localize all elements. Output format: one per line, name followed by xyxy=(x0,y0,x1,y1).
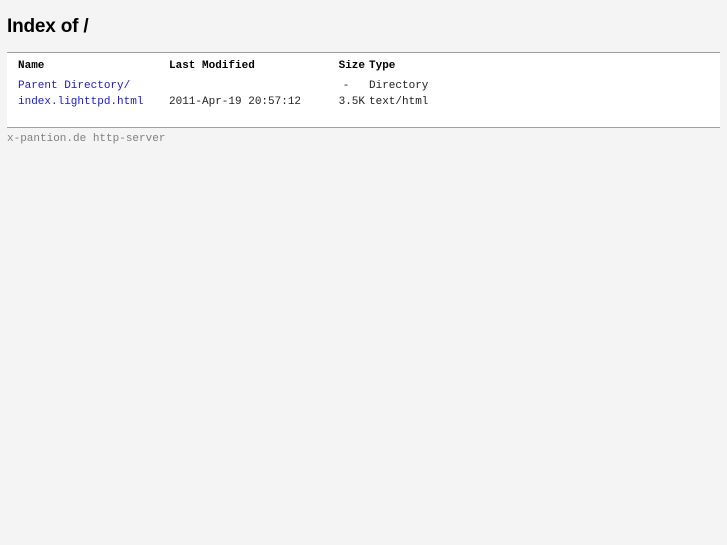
directory-listing: Name Last Modified Size Type Parent Dire… xyxy=(7,52,720,128)
server-footer: x-pantion.de http-server xyxy=(7,133,166,145)
listing-table: Name Last Modified Size Type Parent Dire… xyxy=(16,61,451,110)
column-header-size[interactable]: Size xyxy=(325,61,367,78)
row-size: - xyxy=(342,80,350,92)
parent-directory-link[interactable]: Parent Directory/ xyxy=(18,80,130,92)
row-last-modified: 2011-Apr-19 20:57:12 xyxy=(169,96,302,108)
row-name-cell: Parent Directory/ xyxy=(16,78,167,94)
row-size: 3.5K xyxy=(338,96,365,108)
column-header-last-modified[interactable]: Last Modified xyxy=(167,61,325,78)
column-header-name[interactable]: Name xyxy=(16,61,167,78)
table-header-row: Name Last Modified Size Type xyxy=(16,61,451,78)
row-last-modified xyxy=(167,78,325,94)
page-title: Index of / xyxy=(7,16,89,37)
row-name-cell: index.lighttpd.html xyxy=(16,94,167,110)
table-row: index.lighttpd.html 2011-Apr-19 20:57:12… xyxy=(16,94,451,110)
row-type: Directory xyxy=(369,80,429,92)
table-row: Parent Directory/ - Directory xyxy=(16,78,451,94)
file-link-index-lighttpd[interactable]: index.lighttpd.html xyxy=(18,96,143,108)
row-type: text/html xyxy=(369,96,429,108)
column-header-type[interactable]: Type xyxy=(367,61,451,78)
